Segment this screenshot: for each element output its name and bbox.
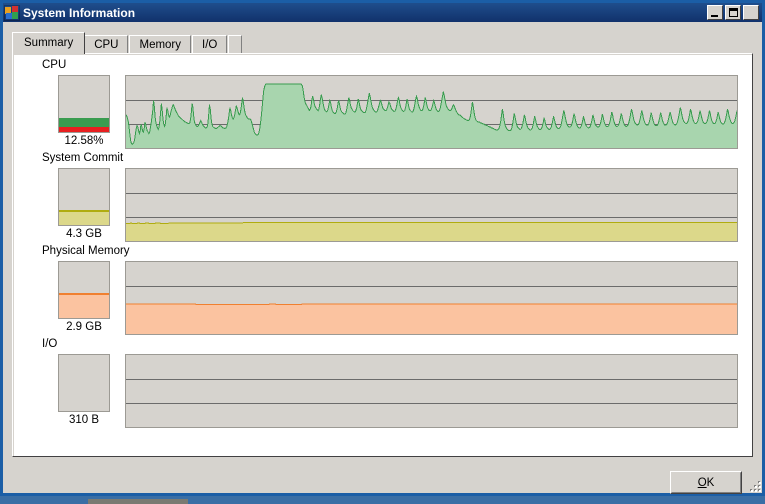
tab-filler [228, 35, 243, 54]
tab-bar: Summary CPU Memory I/O [12, 32, 243, 54]
window-title: System Information [23, 5, 136, 20]
section-system-commit-label: System Commit [42, 152, 124, 164]
title-bar[interactable]: System Information [3, 3, 762, 22]
cpu-mini-kernel-fill [59, 127, 109, 132]
section-cpu-label: CPU [42, 59, 67, 71]
cpu-mini-total-fill [59, 118, 109, 127]
io-history-graph[interactable] [125, 354, 738, 428]
tab-io-label: I/O [202, 39, 218, 51]
resize-grip[interactable] [747, 478, 761, 492]
system-commit-value: 4.3 GB [66, 228, 102, 240]
system-information-window: System Information Summary CPU Memory I/… [0, 0, 765, 496]
taskbar-edge [88, 499, 188, 504]
ok-button[interactable]: OK [670, 471, 742, 494]
cpu-history-graph[interactable] [125, 75, 738, 149]
physical-memory-mini-gauge [58, 261, 110, 319]
process-explorer-icon [4, 4, 20, 21]
ok-button-label: OK [698, 477, 715, 489]
tab-cpu[interactable]: CPU [84, 35, 129, 54]
tab-memory[interactable]: Memory [129, 35, 192, 54]
physical-memory-history-graph[interactable] [125, 261, 738, 335]
tab-memory-label: Memory [139, 39, 182, 51]
window-controls [707, 5, 762, 20]
io-value: 310 B [68, 414, 100, 426]
io-mini-gauge [58, 354, 110, 412]
section-io-label: I/O [42, 338, 58, 350]
physical-memory-value: 2.9 GB [66, 321, 102, 333]
cpu-value: 12.58% [64, 135, 104, 147]
ok-accel-letter: O [697, 476, 707, 489]
tab-summary-label: Summary [24, 37, 74, 49]
summary-tab-page: CPU 12.58% System Commit 4.3 GB Physical… [12, 53, 753, 457]
minimize-button[interactable] [707, 5, 723, 20]
system-commit-history-graph[interactable] [125, 168, 738, 242]
system-commit-mini-gauge [58, 168, 110, 226]
tab-cpu-label: CPU [94, 39, 119, 51]
section-physical-memory-label: Physical Memory [42, 245, 130, 257]
close-button[interactable] [743, 5, 759, 20]
maximize-button[interactable] [725, 5, 741, 20]
physical-memory-mini-fill [59, 293, 109, 318]
system-commit-mini-fill [59, 210, 109, 225]
cpu-mini-gauge [58, 75, 110, 133]
ok-suffix: K [706, 476, 715, 489]
tab-io[interactable]: I/O [192, 35, 228, 54]
tab-summary[interactable]: Summary [12, 32, 86, 54]
